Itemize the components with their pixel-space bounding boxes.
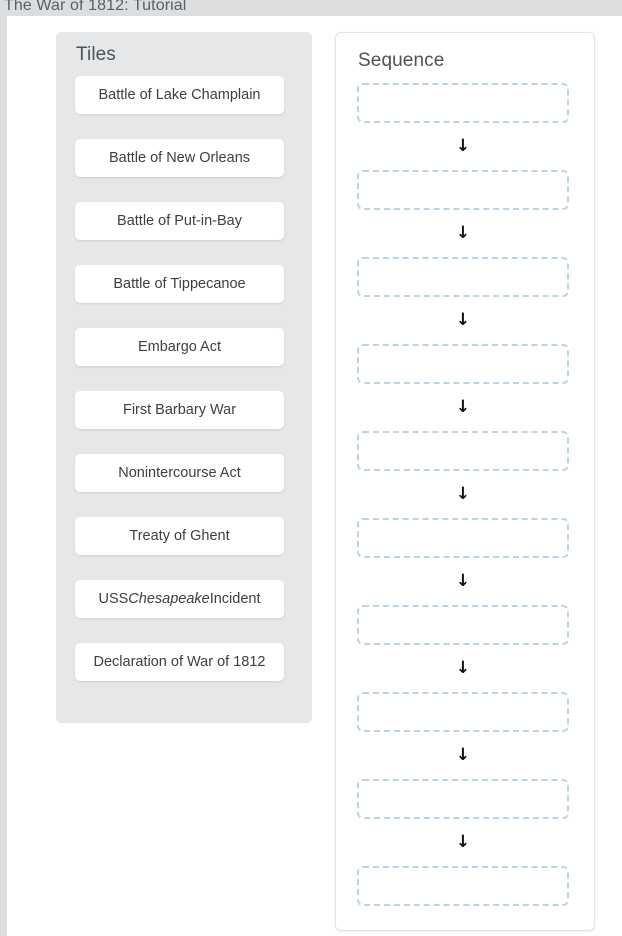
sequence-list: ↓ ↓ ↓ ↓ ↓ ↓ ↓ ↓ ↓ xyxy=(357,83,571,906)
sequence-slot-wrapper xyxy=(357,692,571,732)
arrow-down-icon: ↓ xyxy=(455,396,471,417)
arrow-down-icon: ↓ xyxy=(455,744,471,765)
tile[interactable]: Battle of New Orleans xyxy=(75,139,284,177)
sequence-dropzone[interactable] xyxy=(357,257,569,297)
arrow-down-icon: ↓ xyxy=(455,483,471,504)
arrow-down-icon: ↓ xyxy=(455,135,471,156)
sequence-slot-wrapper xyxy=(357,257,571,297)
sequence-dropzone[interactable] xyxy=(357,605,569,645)
tile-label-italic: Chesapeake xyxy=(128,591,210,607)
tile[interactable]: Nonintercourse Act xyxy=(75,454,284,492)
tile[interactable]: Battle of Lake Champlain xyxy=(75,76,284,114)
tile-label-text: Incident xyxy=(209,591,261,607)
tiles-heading: Tiles xyxy=(76,44,116,65)
arrow-down-icon: ↓ xyxy=(455,657,471,678)
sequence-dropzone[interactable] xyxy=(357,692,569,732)
sequence-heading: Sequence xyxy=(358,50,445,71)
tile[interactable]: Battle of Tippecanoe xyxy=(75,265,284,303)
sequence-slot-wrapper xyxy=(357,83,571,123)
sequence-slot-wrapper xyxy=(357,344,571,384)
arrow-down-icon: ↓ xyxy=(455,309,471,330)
arrow-down-icon: ↓ xyxy=(455,222,471,243)
tiles-panel: Tiles Battle of Lake Champlain Battle of … xyxy=(56,32,312,723)
tile-label-text: USS xyxy=(98,591,129,607)
sequence-slot-wrapper xyxy=(357,866,571,906)
sequence-dropzone[interactable] xyxy=(357,431,569,471)
tutorial-page: The War of 1812: Tutorial Tiles Battle o… xyxy=(0,0,622,936)
arrow-down-icon: ↓ xyxy=(455,831,471,852)
page-title: The War of 1812: Tutorial xyxy=(4,0,187,14)
tile[interactable]: First Barbary War xyxy=(75,391,284,429)
tile[interactable]: Embargo Act xyxy=(75,328,284,366)
sequence-slot-wrapper xyxy=(357,170,571,210)
tile[interactable]: USS Chesapeake Incident xyxy=(75,580,284,618)
sequence-slot-wrapper xyxy=(357,518,571,558)
tile[interactable]: Declaration of War of 1812 xyxy=(75,643,284,681)
sequence-slot-wrapper xyxy=(357,431,571,471)
arrow-down-icon: ↓ xyxy=(455,570,471,591)
tile[interactable]: Treaty of Ghent xyxy=(75,517,284,555)
sequence-dropzone[interactable] xyxy=(357,83,569,123)
sequence-dropzone[interactable] xyxy=(357,344,569,384)
sequence-dropzone[interactable] xyxy=(357,170,569,210)
page-surface: Tiles Battle of Lake Champlain Battle of … xyxy=(7,16,622,936)
tiles-list: Battle of Lake Champlain Battle of New Or… xyxy=(75,76,293,681)
sequence-slot-wrapper xyxy=(357,605,571,645)
sequence-slot-wrapper xyxy=(357,779,571,819)
sequence-dropzone[interactable] xyxy=(357,866,569,906)
sequence-dropzone[interactable] xyxy=(357,518,569,558)
sequence-dropzone[interactable] xyxy=(357,779,569,819)
sequence-panel: Sequence ↓ ↓ ↓ ↓ ↓ ↓ ↓ ↓ ↓ xyxy=(335,32,595,931)
tile[interactable]: Battle of Put-in-Bay xyxy=(75,202,284,240)
